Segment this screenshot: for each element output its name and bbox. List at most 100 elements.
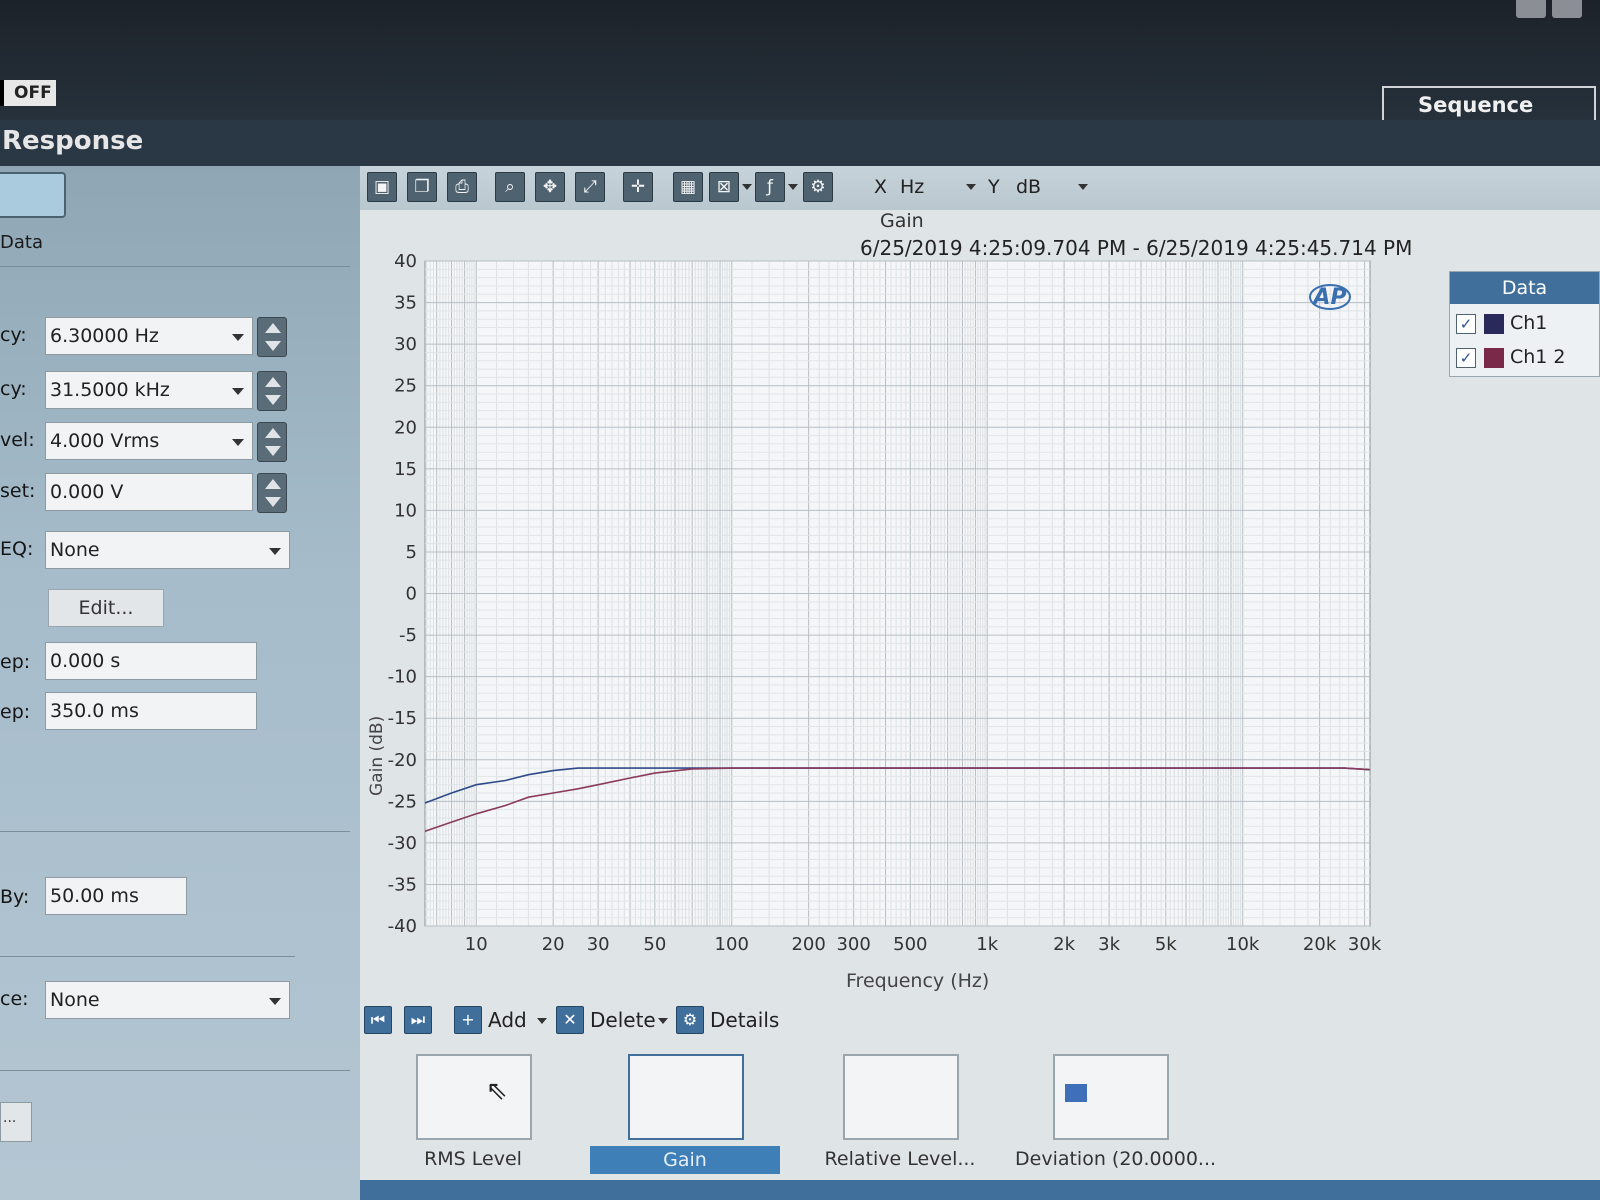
thumbnail-relative-level[interactable]: Relative Level... — [825, 1054, 975, 1170]
color-swatch — [1484, 314, 1504, 334]
thumbnail-gain[interactable]: Gain — [590, 1054, 780, 1174]
checkbox[interactable]: ✓ — [1456, 348, 1476, 368]
x-tick-label: 1k — [976, 934, 998, 955]
stop-frequency-stepper[interactable] — [257, 371, 287, 411]
chevron-down-icon[interactable] — [742, 184, 752, 190]
thumbnail-label: Gain — [590, 1146, 780, 1174]
add-button[interactable]: Add — [488, 1008, 527, 1032]
chevron-down-icon[interactable] — [537, 1018, 547, 1024]
x-tick-label: 10 — [465, 934, 488, 955]
marker-icon — [1065, 1084, 1087, 1102]
post-sweep-label: ep: — [0, 701, 31, 723]
x-tick-label: 200 — [791, 934, 825, 955]
delete-icon[interactable]: ✕ — [556, 1006, 584, 1034]
level-input[interactable]: 4.000 Vrms — [45, 422, 253, 460]
previous-page-icon[interactable]: ⏮ — [364, 1006, 392, 1034]
eq-select[interactable]: None — [45, 531, 290, 569]
off-toggle[interactable]: OFF — [0, 80, 56, 106]
delete-button[interactable]: Delete — [590, 1008, 656, 1032]
sequence-mode-button[interactable]: Sequence Mode — [1382, 86, 1596, 151]
start-frequency-input[interactable]: 6.30000 Hz — [45, 317, 253, 355]
cursor-icon[interactable]: ✛ — [623, 172, 653, 202]
y-tick-label: 25 — [394, 376, 417, 397]
mouse-pointer-icon: ⇖ — [486, 1076, 508, 1106]
delay-by-input[interactable]: 50.00 ms — [45, 877, 187, 915]
chevron-down-icon[interactable] — [232, 388, 244, 395]
more-button[interactable]: ... — [0, 1102, 32, 1142]
delay-by-label: By: — [0, 886, 30, 908]
offset-label: set: — [0, 480, 36, 502]
graph-toolbar: ▣ ❐ ⎙ ⌕ ✥ ⤢ ✛ ▦ ⊠ ƒ ⚙ X Hz Y dB — [360, 166, 1600, 210]
axis-icon[interactable]: ⊠ — [709, 172, 739, 202]
chevron-down-icon[interactable] — [788, 184, 798, 190]
copy-icon[interactable]: ❐ — [407, 172, 437, 202]
start-frequency-label: cy: — [0, 324, 27, 346]
post-sweep-input[interactable]: 350.0 ms — [45, 692, 257, 730]
pre-sweep-value: 0.000 s — [50, 650, 121, 672]
next-page-icon[interactable]: ⏭ — [404, 1006, 432, 1034]
thumbnail-label: RMS Level — [424, 1148, 522, 1170]
thumbnail-rms-level[interactable]: ⇖ RMS Level — [398, 1054, 546, 1170]
add-icon[interactable]: + — [454, 1006, 482, 1034]
pre-sweep-input[interactable]: 0.000 s — [45, 642, 257, 680]
checkbox[interactable]: ✓ — [1456, 314, 1476, 334]
y-tick-label: -5 — [399, 625, 417, 646]
save-icon[interactable]: ▣ — [367, 172, 397, 202]
x-tick-label: 30k — [1348, 934, 1382, 955]
chart-legend: Data ✓ Ch1 ✓ Ch1 2 — [1449, 271, 1600, 377]
offset-input[interactable]: 0.000 V — [45, 473, 253, 511]
y-tick-label: -35 — [388, 874, 417, 895]
color-indicator[interactable] — [0, 172, 66, 218]
start-frequency-value: 6.30000 Hz — [50, 325, 159, 347]
page-title: Response — [2, 126, 144, 156]
x-tick-label: 30 — [587, 934, 610, 955]
settings-panel: Data cy: 6.30000 Hz cy: 31.5000 kHz vel:… — [0, 166, 360, 1200]
chevron-down-icon[interactable] — [232, 334, 244, 341]
thumbnail-deviation[interactable]: Deviation (20.0000... — [1015, 1054, 1216, 1170]
offset-stepper[interactable] — [257, 473, 287, 513]
thumbnail-preview: ⇖ — [416, 1054, 532, 1140]
zoom-icon[interactable]: ⌕ — [495, 172, 525, 202]
level-value: 4.000 Vrms — [50, 430, 160, 452]
chevron-down-icon[interactable] — [269, 548, 281, 555]
legend-header: Data — [1450, 272, 1599, 304]
function-icon[interactable]: ƒ — [755, 172, 785, 202]
pan-icon[interactable]: ✥ — [535, 172, 565, 202]
chevron-down-icon[interactable] — [658, 1018, 668, 1024]
chevron-down-icon[interactable] — [232, 439, 244, 446]
print-icon[interactable]: ⎙ — [447, 172, 477, 202]
stop-frequency-label: cy: — [0, 378, 27, 400]
top-bar: OFF Sequence Mode — [0, 0, 1600, 151]
stop-frequency-input[interactable]: 31.5000 kHz — [45, 371, 253, 409]
y-unit-select[interactable]: dB — [1016, 176, 1041, 198]
fit-icon[interactable]: ⤢ — [575, 172, 605, 202]
start-frequency-stepper[interactable] — [257, 317, 287, 357]
x-tick-label: 50 — [643, 934, 666, 955]
x-unit-select[interactable]: Hz — [900, 176, 924, 198]
gear-icon[interactable]: ⚙ — [803, 172, 833, 202]
gain-chart[interactable]: 4035302520151050-5-10-15-20-25-30-35-401… — [360, 246, 1440, 986]
level-label: vel: — [0, 429, 35, 451]
thumbnail-label: Relative Level... — [824, 1148, 976, 1170]
details-button[interactable]: Details — [710, 1008, 779, 1032]
details-icon[interactable]: ⚙ — [676, 1006, 704, 1034]
x-tick-label: 20 — [542, 934, 565, 955]
x-tick-label: 100 — [715, 934, 749, 955]
reference-label: ce: — [0, 988, 29, 1010]
graph-area: ▣ ❐ ⎙ ⌕ ✥ ⤢ ✛ ▦ ⊠ ƒ ⚙ X Hz Y dB Gain 6/2… — [360, 166, 1600, 1200]
maximize-icon[interactable] — [1552, 0, 1582, 18]
x-tick-label: 20k — [1303, 934, 1337, 955]
minimize-icon[interactable] — [1516, 0, 1546, 18]
reference-select[interactable]: None — [45, 981, 290, 1019]
x-tick-label: 2k — [1053, 934, 1075, 955]
table-icon[interactable]: ▦ — [673, 172, 703, 202]
page-nav-bar: ⏮ ⏭ + Add ✕ Delete ⚙ Details — [360, 1000, 1600, 1040]
y-tick-label: 30 — [394, 334, 417, 355]
chevron-down-icon[interactable] — [966, 184, 976, 190]
y-tick-label: -40 — [388, 916, 417, 937]
chevron-down-icon[interactable] — [269, 998, 281, 1005]
chevron-down-icon[interactable] — [1078, 184, 1088, 190]
thumbnail-preview — [1053, 1054, 1169, 1140]
level-stepper[interactable] — [257, 422, 287, 462]
edit-button[interactable]: Edit... — [48, 589, 164, 627]
